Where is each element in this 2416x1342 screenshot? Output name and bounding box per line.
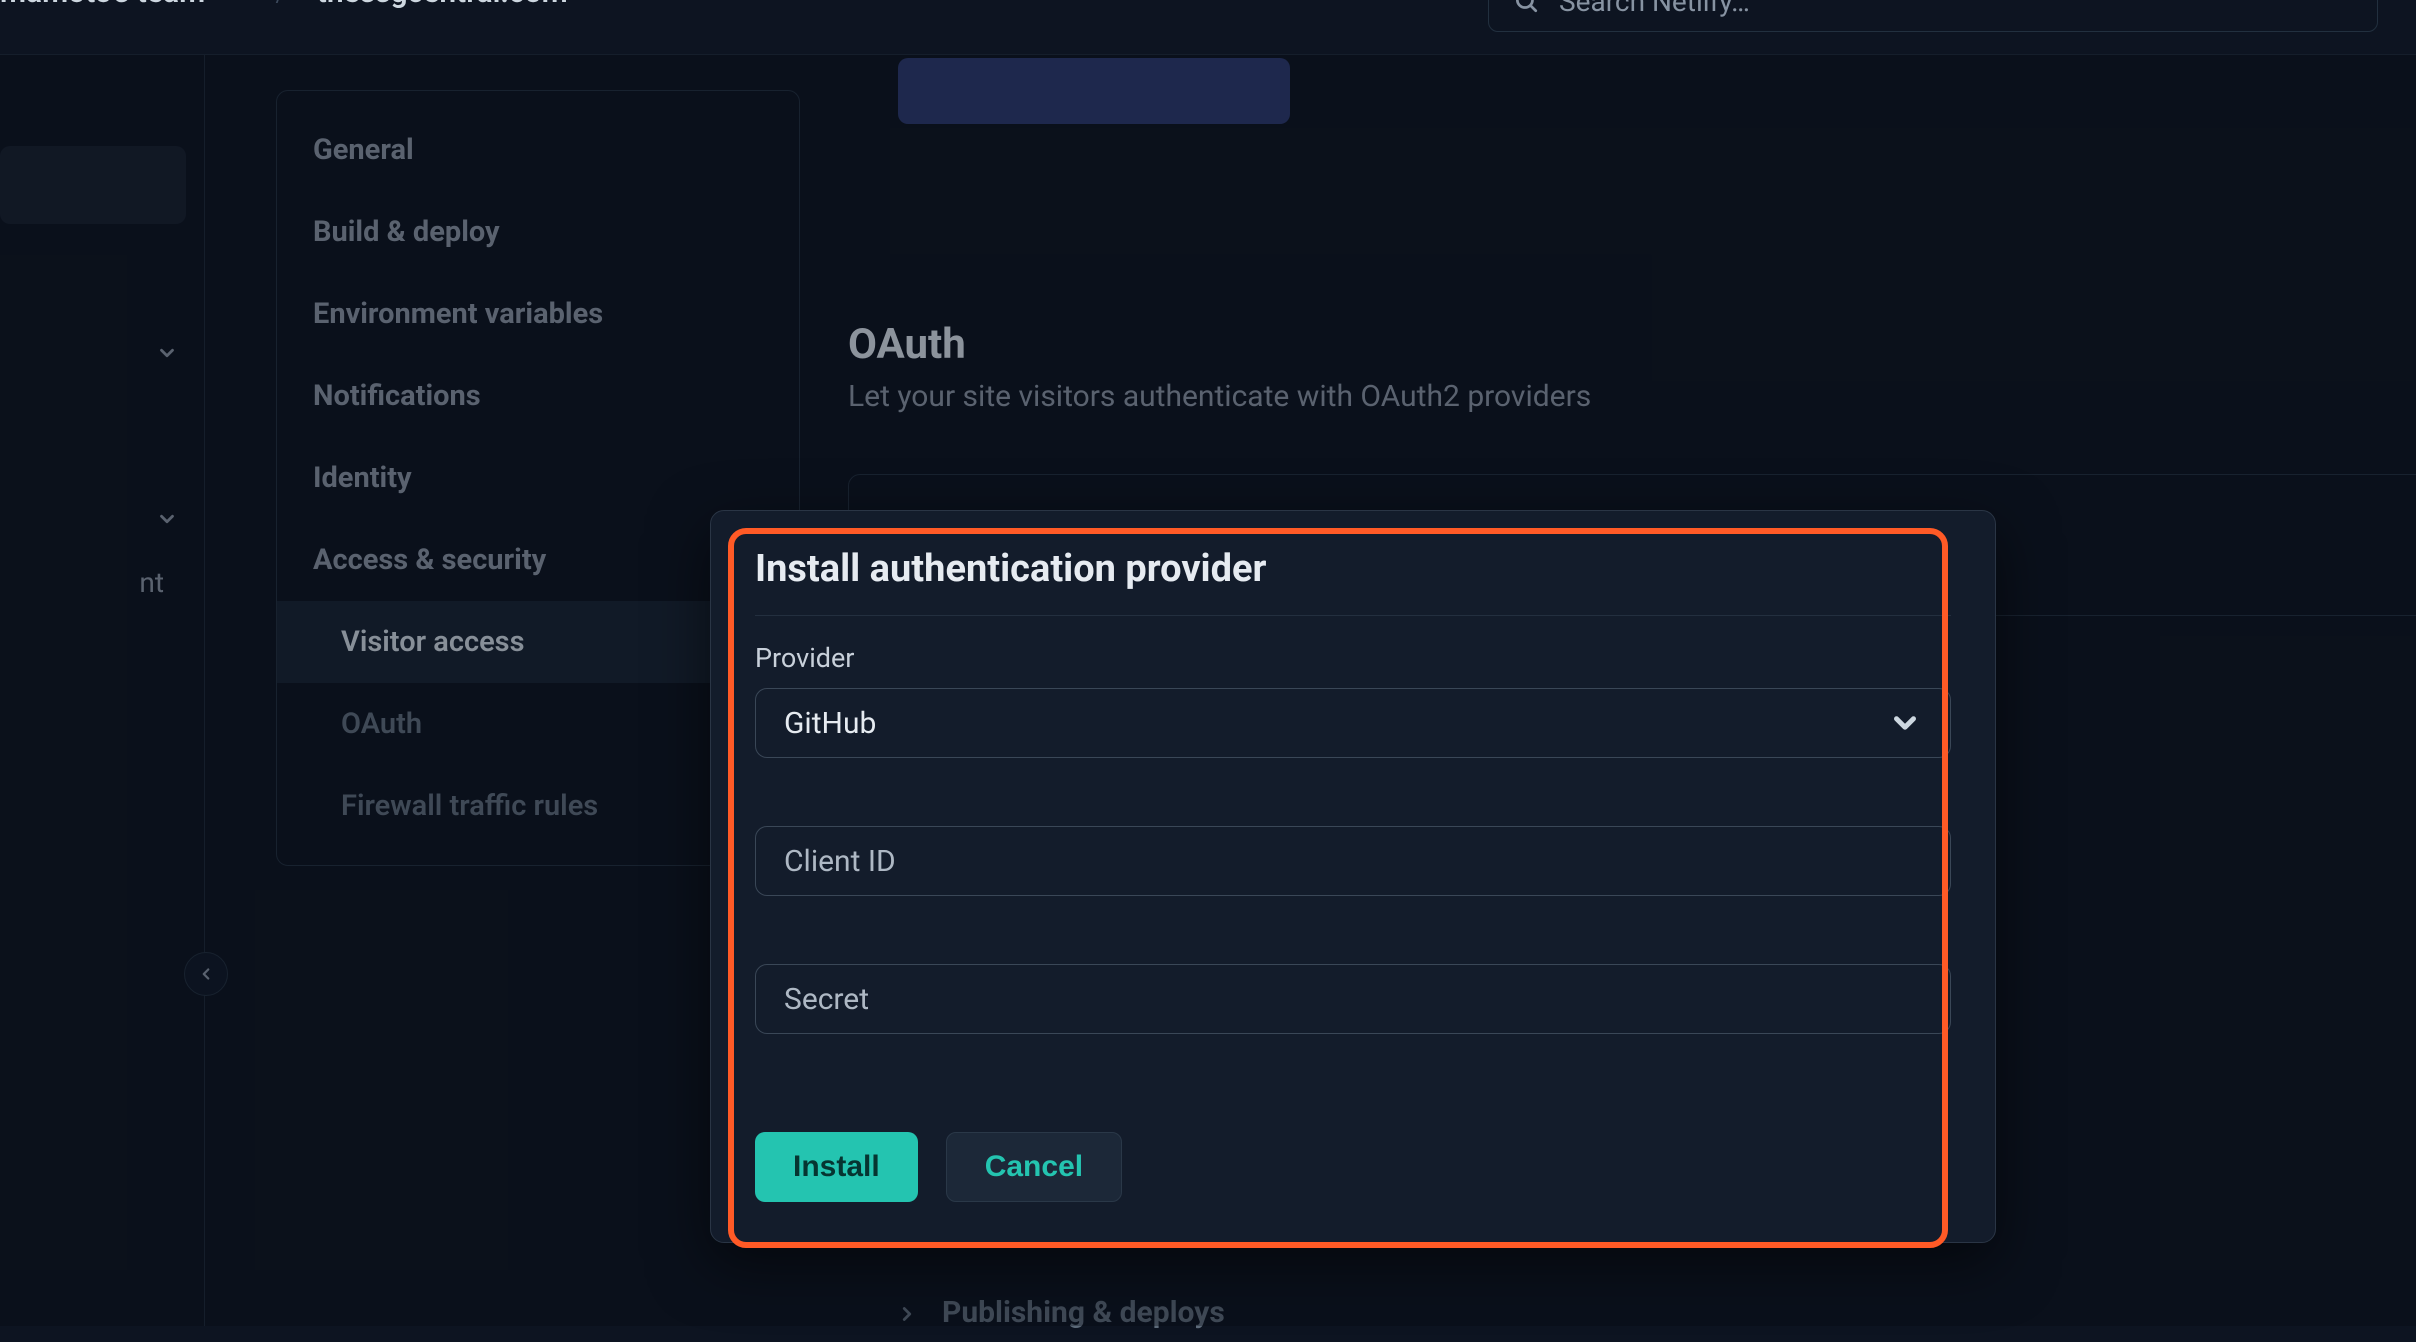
search-input[interactable]: Search Netlify… [1488,0,2378,32]
modal-highlight-frame [728,528,1948,1248]
upgrade-button[interactable] [898,58,1290,124]
rail-item-label: nt [139,566,164,599]
chevron-down-icon [156,508,178,530]
rail-expander-row[interactable] [0,490,204,548]
oauth-title: OAuth [848,320,2416,369]
breadcrumb-site-label: thessgcentral.com [317,0,568,10]
breadcrumb-site[interactable]: thessgcentral.com [317,0,610,10]
breadcrumb-team[interactable]: mamoto's team [0,0,247,10]
sidenav-item-general[interactable]: General [277,109,799,191]
rail-active-item[interactable] [0,146,186,224]
chevron-down-icon [225,0,247,3]
chevron-down-icon [588,0,610,3]
primary-nav-rail: nt [0,54,205,1326]
breadcrumb-team-label: mamoto's team [0,0,205,10]
sidenav-item-build-deploy[interactable]: Build & deploy [277,191,799,273]
sidenav-item-identity[interactable]: Identity [277,437,799,519]
rail-expander-row[interactable] [0,324,204,382]
chevron-right-icon [896,1303,918,1325]
sidenav-item-env-vars[interactable]: Environment variables [277,273,799,355]
publishing-label: Publishing & deploys [942,1295,1225,1330]
rail-item-partial[interactable]: nt [0,548,204,617]
search-icon [1513,0,1539,14]
collapse-rail-button[interactable] [184,952,228,996]
search-placeholder: Search Netlify… [1559,0,1750,18]
sidenav-item-notifications[interactable]: Notifications [277,355,799,437]
breadcrumb: mamoto's team / thessgcentral.com [0,0,610,12]
oauth-description: Let your site visitors authenticate with… [848,379,2416,414]
breadcrumb-separator: / [275,0,289,10]
publishing-row[interactable]: Publishing & deploys [848,1282,2416,1342]
top-bar: mamoto's team / thessgcentral.com Search… [0,0,2416,55]
chevron-down-icon [156,342,178,364]
